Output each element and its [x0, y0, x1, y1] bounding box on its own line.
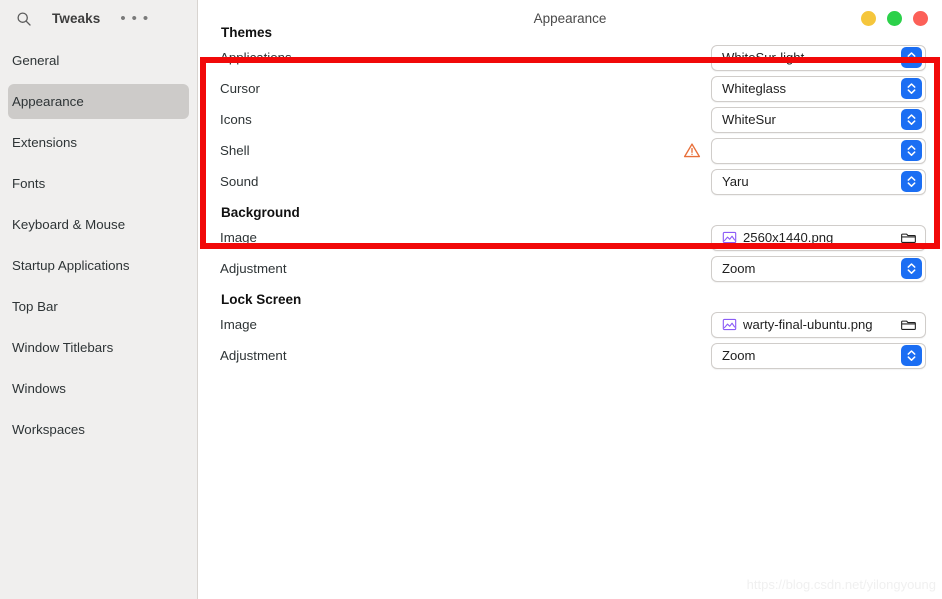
- row-lock-screen-adjustment: Adjustment Zoom: [220, 340, 934, 371]
- tweaks-window: Tweaks • • • General Appearance Extensio…: [0, 0, 942, 599]
- sidebar-item-label: Top Bar: [12, 299, 58, 314]
- sidebar-item-extensions[interactable]: Extensions: [8, 125, 189, 160]
- sidebar-title: Tweaks: [52, 11, 101, 26]
- sidebar-nav-list: General Appearance Extensions Fonts Keyb…: [0, 37, 197, 453]
- content-area: Appearance Themes Applications WhiteSur-…: [198, 0, 942, 599]
- row-label: Sound: [220, 174, 259, 189]
- sidebar-header: Tweaks • • •: [0, 0, 197, 37]
- lock-screen-adjustment-value: Zoom: [722, 348, 756, 363]
- row-control: Zoom: [711, 255, 926, 282]
- row-label: Adjustment: [220, 261, 287, 276]
- sidebar-item-appearance[interactable]: Appearance: [8, 84, 189, 119]
- sidebar-item-general[interactable]: General: [8, 43, 189, 78]
- chevron-up-down-icon[interactable]: [901, 78, 922, 99]
- sound-theme-combobox[interactable]: Yaru: [711, 168, 926, 195]
- lock-screen-image-filename: warty-final-ubuntu.png: [743, 317, 873, 332]
- background-image-file-button[interactable]: 2560x1440.png: [711, 224, 926, 251]
- row-themes-cursor: Cursor Whiteglass: [220, 73, 934, 104]
- row-themes-icons: Icons WhiteSur: [220, 104, 934, 135]
- chevron-up-down-icon[interactable]: [901, 345, 922, 366]
- sidebar-item-workspaces[interactable]: Workspaces: [8, 412, 189, 447]
- background-adjustment-combobox[interactable]: Zoom: [711, 255, 926, 282]
- folder-icon[interactable]: [901, 317, 916, 332]
- lock-screen-adjustment-combobox[interactable]: Zoom: [711, 342, 926, 369]
- row-control: WhiteSur-light: [711, 44, 926, 71]
- sidebar-item-label: Appearance: [12, 94, 84, 109]
- cursor-theme-value: Whiteglass: [722, 81, 787, 96]
- row-control: 2560x1440.png: [711, 224, 926, 251]
- sidebar-item-label: Startup Applications: [12, 258, 130, 273]
- sidebar: Tweaks • • • General Appearance Extensio…: [0, 0, 198, 599]
- image-file-icon: [722, 317, 737, 332]
- minimize-button[interactable]: [861, 11, 876, 26]
- background-image-filename: 2560x1440.png: [743, 230, 834, 245]
- chevron-up-down-icon[interactable]: [901, 47, 922, 68]
- watermark-text: https://blog.csdn.net/yilongyoung: [746, 577, 936, 592]
- sidebar-item-label: Window Titlebars: [12, 340, 114, 355]
- row-themes-shell: Shell: [220, 135, 934, 166]
- row-control: Yaru: [711, 168, 926, 195]
- applications-theme-value: WhiteSur-light: [722, 50, 805, 65]
- icons-theme-combobox[interactable]: WhiteSur: [711, 106, 926, 133]
- sidebar-item-top-bar[interactable]: Top Bar: [8, 289, 189, 324]
- row-label: Shell: [220, 143, 250, 158]
- overflow-menu-icon[interactable]: • • •: [120, 11, 149, 26]
- folder-icon[interactable]: [901, 230, 916, 245]
- sidebar-item-label: Workspaces: [12, 422, 85, 437]
- close-button[interactable]: [913, 11, 928, 26]
- lock-screen-heading: Lock Screen: [221, 292, 302, 307]
- row-label: Cursor: [220, 81, 260, 96]
- page-title: Appearance: [533, 11, 607, 26]
- search-icon[interactable]: [10, 5, 38, 33]
- maximize-button[interactable]: [887, 11, 902, 26]
- background-heading: Background: [221, 205, 300, 220]
- sidebar-item-window-titlebars[interactable]: Window Titlebars: [8, 330, 189, 365]
- row-control: warty-final-ubuntu.png: [711, 311, 926, 338]
- sidebar-item-label: Windows: [12, 381, 66, 396]
- image-file-icon: [722, 230, 737, 245]
- chevron-up-down-icon[interactable]: [901, 109, 922, 130]
- sidebar-item-label: Keyboard & Mouse: [12, 217, 126, 232]
- row-background-image: Image 2560x1440.png: [220, 222, 934, 253]
- row-lock-screen-image: Image warty-final-ubuntu.png: [220, 309, 934, 340]
- chevron-up-down-icon[interactable]: [901, 140, 922, 161]
- row-control: [711, 137, 926, 164]
- row-control: Whiteglass: [711, 75, 926, 102]
- appearance-settings-panel: Themes Applications WhiteSur-light Curso…: [220, 25, 934, 371]
- sidebar-item-label: Extensions: [12, 135, 78, 150]
- row-background-adjustment: Adjustment Zoom: [220, 253, 934, 284]
- shell-theme-combobox[interactable]: [711, 137, 926, 164]
- warning-icon: [683, 142, 701, 159]
- sidebar-item-keyboard-mouse[interactable]: Keyboard & Mouse: [8, 207, 189, 242]
- row-label: Image: [220, 317, 257, 332]
- row-themes-applications: Applications WhiteSur-light: [220, 42, 934, 73]
- row-label: Image: [220, 230, 257, 245]
- row-label: Applications: [220, 50, 292, 65]
- sidebar-item-label: General: [12, 53, 60, 68]
- row-control: Zoom: [711, 342, 926, 369]
- row-label: Adjustment: [220, 348, 287, 363]
- sidebar-item-startup-applications[interactable]: Startup Applications: [8, 248, 189, 283]
- applications-theme-combobox[interactable]: WhiteSur-light: [711, 44, 926, 71]
- sidebar-item-label: Fonts: [12, 176, 46, 191]
- row-themes-sound: Sound Yaru: [220, 166, 934, 197]
- chevron-up-down-icon[interactable]: [901, 258, 922, 279]
- themes-heading: Themes: [221, 25, 273, 40]
- sidebar-item-windows[interactable]: Windows: [8, 371, 189, 406]
- sound-theme-value: Yaru: [722, 174, 749, 189]
- cursor-theme-combobox[interactable]: Whiteglass: [711, 75, 926, 102]
- icons-theme-value: WhiteSur: [722, 112, 776, 127]
- sidebar-item-fonts[interactable]: Fonts: [8, 166, 189, 201]
- background-adjustment-value: Zoom: [722, 261, 756, 276]
- row-control: WhiteSur: [711, 106, 926, 133]
- lock-screen-image-file-button[interactable]: warty-final-ubuntu.png: [711, 311, 926, 338]
- row-label: Icons: [220, 112, 252, 127]
- chevron-up-down-icon[interactable]: [901, 171, 922, 192]
